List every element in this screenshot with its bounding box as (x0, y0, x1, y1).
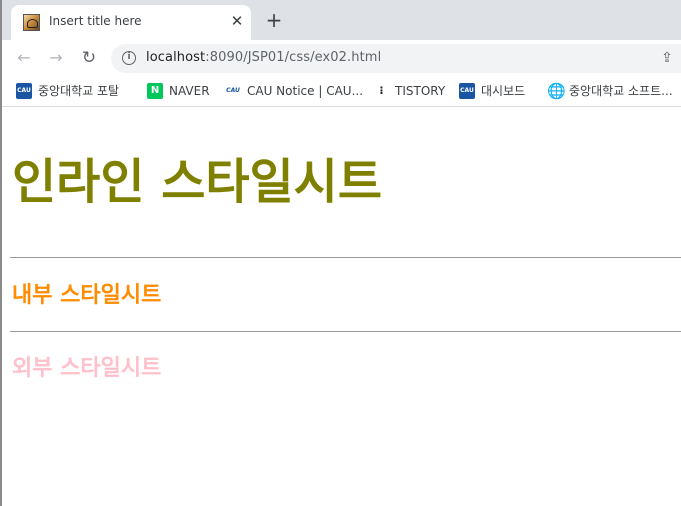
globe-icon: 🌐 (547, 82, 566, 100)
reload-icon[interactable]: ↻ (79, 48, 99, 68)
forward-arrow-icon[interactable]: → (46, 48, 66, 68)
cau-notice-icon: CAU (225, 83, 241, 99)
page-content: 인라인 스타일시트 내부 스타일시트 외부 스타일시트 (2, 108, 681, 506)
heading-inline-stylesheet: 인라인 스타일시트 (12, 154, 382, 210)
back-arrow-icon[interactable]: ← (14, 48, 34, 68)
horizontal-rule (10, 257, 681, 258)
bookmark-label: CAU Notice | CAU... (247, 84, 364, 98)
cau-dashboard-icon: CAU (459, 83, 475, 99)
tab-title: Insert title here (49, 14, 142, 28)
bookmark-label: TISTORY (395, 84, 446, 98)
close-icon[interactable]: ✕ (228, 12, 246, 30)
tomcat-favicon-icon (23, 14, 40, 31)
url-host: localhost (146, 50, 206, 65)
naver-logo-icon: N (147, 83, 163, 99)
address-bar[interactable]: i localhost:8090/JSP01/css/ex02.html ⇪ (111, 44, 681, 73)
url-text[interactable]: localhost:8090/JSP01/css/ex02.html (146, 50, 381, 65)
browser-toolbar: ← → ↻ i localhost:8090/JSP01/css/ex02.ht… (2, 40, 681, 76)
url-path: :8090/JSP01/css/ex02.html (205, 50, 382, 65)
bookmark-label: NAVER (169, 84, 210, 98)
heading-internal-stylesheet: 내부 스타일시트 (12, 283, 162, 308)
bookmark-label: 중앙대학교 소프트... (569, 84, 673, 98)
share-icon[interactable]: ⇪ (659, 50, 675, 66)
new-tab-icon[interactable]: + (264, 10, 284, 30)
site-info-icon[interactable]: i (122, 51, 136, 65)
cau-logo-icon: CAU (16, 83, 32, 99)
browser-window: Insert title here ✕ + ← → ↻ i localhost:… (0, 0, 681, 506)
horizontal-rule (10, 331, 681, 332)
heading-external-stylesheet: 외부 스타일시트 (12, 356, 162, 381)
bookmarks-bar: CAU 중앙대학교 포탈 N NAVER CAU CAU Notice | CA… (2, 76, 681, 107)
browser-tab[interactable]: Insert title here ✕ (11, 5, 251, 40)
bookmark-label: 중앙대학교 포탈 (38, 84, 120, 98)
tistory-logo-icon: ⁝ (373, 83, 389, 99)
tab-strip: Insert title here ✕ + (2, 0, 681, 40)
bookmark-label: 대시보드 (481, 84, 526, 98)
